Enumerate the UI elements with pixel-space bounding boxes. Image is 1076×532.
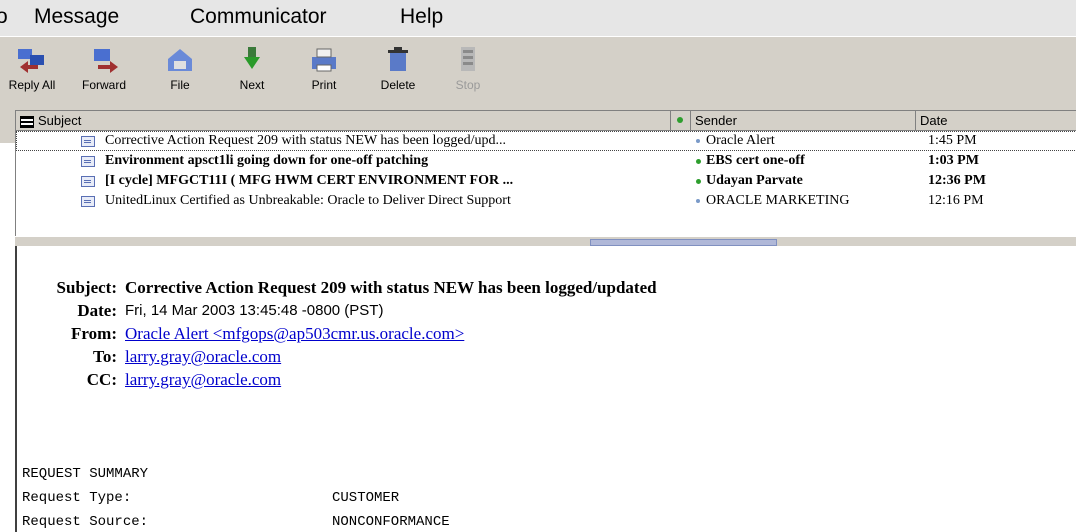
request-source-key: Request Source: [22,514,149,530]
request-type-key: Request Type: [22,490,132,506]
cc-link[interactable]: larry.gray@oracle.com [125,370,281,390]
forward-button[interactable]: Forward [72,45,136,92]
stop-icon [452,45,484,75]
message-icon [81,136,95,147]
delete-button[interactable]: Delete [366,45,430,92]
column-header-sender[interactable]: Sender [691,111,916,131]
read-status-icon[interactable] [696,199,700,203]
message-date: Fri, 14 Mar 2003 13:45:48 -0800 (PST) [125,302,384,319]
print-button[interactable]: Print [292,45,356,92]
list-item[interactable]: Corrective Action Request 209 with statu… [16,131,1076,151]
column-header-subject[interactable]: Subject [16,111,671,131]
delete-icon [382,45,414,75]
list-item[interactable]: [I cycle] MFGCT11I ( MFG HWM CERT ENVIRO… [16,171,1076,191]
to-link[interactable]: larry.gray@oracle.com [125,347,281,367]
column-picker-icon[interactable] [20,115,34,128]
menu-communicator[interactable]: Communicator [190,5,327,29]
message-subject: Corrective Action Request 209 with statu… [125,278,657,297]
column-header-unread[interactable] [671,111,691,131]
next-icon [236,45,268,75]
next-button[interactable]: Next [220,45,284,92]
menu-bar: o Message Communicator Help [0,0,1076,36]
message-icon [81,196,95,207]
file-button[interactable]: File [148,45,212,92]
menu-go[interactable]: o [0,5,8,29]
splitter-grip[interactable] [590,239,777,246]
message-icon [81,156,95,167]
list-item[interactable]: Environment apsct1li going down for one-… [16,151,1076,171]
forward-icon [88,45,120,75]
reply-all-icon [16,45,48,75]
request-source-value: NONCONFORMANCE [332,514,450,530]
print-icon [308,45,340,75]
menu-message[interactable]: Message [34,5,119,29]
stop-button[interactable]: Stop [436,45,500,92]
message-icon [81,176,95,187]
unread-column-icon [677,117,683,123]
unread-status-icon[interactable] [696,179,701,184]
file-icon [164,45,196,75]
request-summary-heading: REQUEST SUMMARY [22,466,149,482]
message-pane: Subject: Corrective Action Request 209 w… [15,246,1076,532]
unread-status-icon[interactable] [696,159,701,164]
reply-all-button[interactable]: Reply All [0,45,64,92]
request-type-value: CUSTOMER [332,490,400,506]
column-header-date[interactable]: Date [916,111,1076,131]
menu-help[interactable]: Help [400,5,443,29]
list-item[interactable]: UnitedLinux Certified as Unbreakable: Or… [16,191,1076,211]
from-link[interactable]: Oracle Alert <mfgops@ap503cmr.us.oracle.… [125,324,464,344]
read-status-icon[interactable] [696,139,700,143]
message-list: Subject Sender Date Corrective Action Re… [15,110,1076,238]
